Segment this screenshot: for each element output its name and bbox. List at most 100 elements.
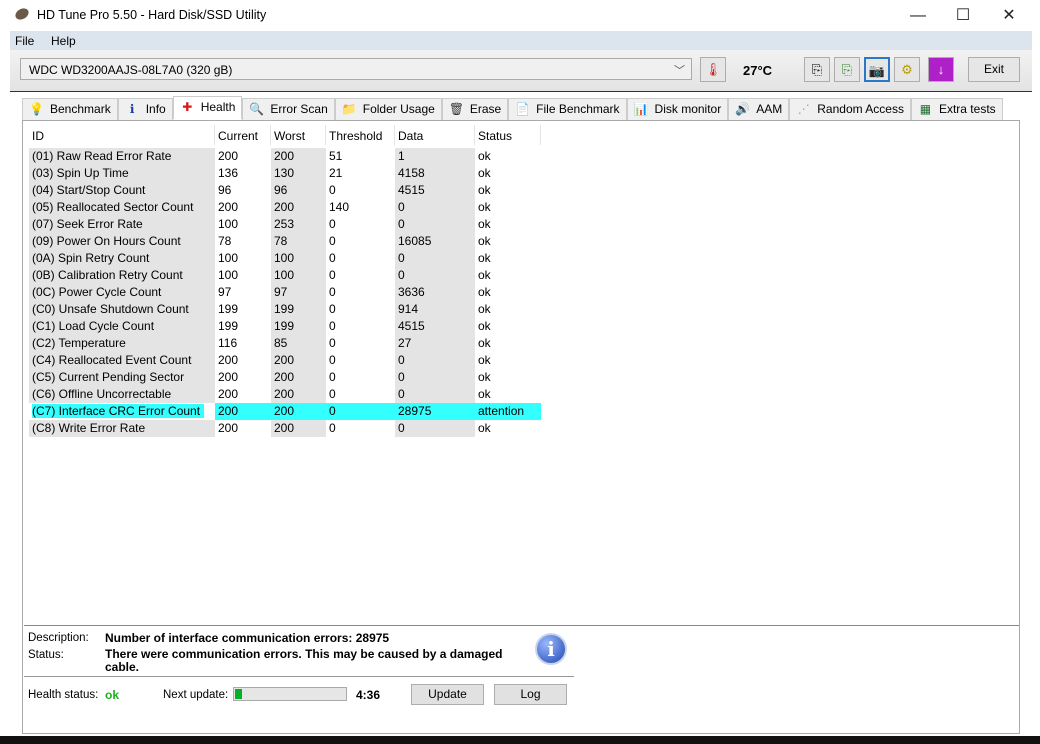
cell-current: 96 — [218, 183, 232, 197]
cell-worst: 85 — [271, 335, 326, 352]
cell-current: 200 — [218, 149, 239, 163]
cell-data: 0 — [395, 267, 475, 284]
table-row[interactable]: (03) Spin Up Time 136 130 21 4158 ok — [24, 165, 539, 182]
table-row[interactable]: (0A) Spin Retry Count 100 100 0 0 ok — [24, 250, 539, 267]
tab-erase[interactable]: 🗑 Erase — [441, 98, 509, 120]
cell-threshold: 0 — [329, 302, 336, 316]
options-button[interactable]: ⚙ — [894, 57, 920, 82]
description-label: Description: — [28, 632, 89, 644]
tab-info[interactable]: ℹ Info — [117, 98, 173, 120]
column-separator[interactable] — [394, 125, 395, 145]
column-header-current[interactable]: Current — [218, 129, 258, 143]
table-row[interactable]: (C0) Unsafe Shutdown Count 199 199 0 914 ok — [24, 301, 539, 318]
cell-threshold: 21 — [329, 166, 343, 180]
cell-current: 100 — [218, 251, 239, 265]
table-row[interactable]: (09) Power On Hours Count 78 78 0 16085 ok — [24, 233, 539, 250]
cell-current: 97 — [218, 285, 232, 299]
table-row[interactable]: (05) Reallocated Sector Count 200 200 140 0 o… — [24, 199, 539, 216]
column-header-worst[interactable]: Worst — [274, 129, 305, 143]
cell-worst: 200 — [271, 148, 326, 165]
drive-select[interactable]: WDC WD3200AAJS-08L7A0 (320 gB) ﹀ — [20, 58, 692, 80]
cell-threshold: 0 — [326, 403, 395, 420]
cell-current: 200 — [218, 421, 239, 435]
tab-label: Extra tests — [938, 102, 996, 116]
attribute-name: (0C) Power Cycle Count — [32, 285, 162, 299]
title-bar: HD Tune Pro 5.50 - Hard Disk/SSD Utility… — [0, 0, 1040, 31]
tab-file-benchmark[interactable]: 📄 File Benchmark — [508, 98, 627, 120]
cell-worst: 130 — [271, 165, 326, 182]
maximize-button[interactable]: ☐ — [940, 4, 986, 28]
cell-data: 4158 — [395, 165, 475, 182]
cell-data: 0 — [395, 420, 475, 437]
tab-label: Disk monitor — [654, 102, 722, 116]
cell-worst: 100 — [271, 250, 326, 267]
column-separator[interactable] — [214, 125, 215, 145]
attribute-name: (07) Seek Error Rate — [32, 217, 143, 231]
cell-threshold: 0 — [329, 183, 336, 197]
table-row[interactable]: (0B) Calibration Retry Count 100 100 0 0 ok — [24, 267, 539, 284]
health-status-label: Health status: — [28, 689, 99, 701]
column-header-status[interactable]: Status — [478, 129, 512, 143]
column-separator[interactable] — [540, 125, 541, 145]
minimize-button[interactable]: — — [895, 4, 941, 28]
info-icon: ℹ — [129, 102, 135, 116]
log-button[interactable]: Log — [494, 684, 567, 705]
cell-threshold: 0 — [329, 336, 336, 350]
tab-extra-tests[interactable]: ▦ Extra tests — [910, 98, 1003, 120]
error-scan-icon: 🔍 — [249, 102, 265, 116]
cell-status: ok — [478, 285, 491, 299]
screenshot-button[interactable]: 📷 — [864, 57, 890, 82]
tab-label: Folder Usage — [362, 102, 435, 116]
status-label: Status: — [28, 649, 64, 661]
table-row[interactable]: (C8) Write Error Rate 200 200 0 0 ok — [24, 420, 539, 437]
column-header-threshold[interactable]: Threshold — [329, 129, 382, 143]
attribute-name: (01) Raw Read Error Rate — [32, 149, 172, 163]
cell-data: 1 — [395, 148, 475, 165]
tab-label: AAM — [756, 102, 783, 116]
column-separator[interactable] — [474, 125, 475, 145]
tab-benchmark[interactable]: 💡 Benchmark — [22, 98, 118, 120]
tab-aam[interactable]: 🔊 AAM — [728, 98, 790, 120]
attribute-name: (C2) Temperature — [32, 336, 126, 350]
column-separator[interactable] — [270, 125, 271, 145]
column-header-id[interactable]: ID — [32, 129, 44, 143]
attribute-name: (C5) Current Pending Sector — [32, 370, 185, 384]
cell-status: ok — [478, 421, 491, 435]
download-button[interactable]: ↓ — [928, 57, 954, 82]
column-header-data[interactable]: Data — [398, 129, 423, 143]
table-row[interactable]: (01) Raw Read Error Rate 200 200 51 1 ok — [24, 148, 539, 165]
table-row[interactable]: (C1) Load Cycle Count 199 199 0 4515 ok — [24, 318, 539, 335]
exit-button[interactable]: Exit — [968, 57, 1020, 82]
tab-random-access[interactable]: ⋰ Random Access — [789, 98, 911, 120]
tab-error-scan[interactable]: 🔍 Error Scan — [242, 98, 335, 120]
table-row[interactable]: (C4) Reallocated Event Count 200 200 0 0 ok — [24, 352, 539, 369]
cell-status: ok — [478, 302, 491, 316]
table-row[interactable]: (0C) Power Cycle Count 97 97 0 3636 ok — [24, 284, 539, 301]
cell-id: (C5) Current Pending Sector — [29, 369, 215, 386]
thermometer-icon[interactable]: 🌡 — [700, 57, 726, 82]
table-row[interactable]: (C7) Interface CRC Error Count 200 200 0 289… — [24, 403, 541, 420]
table-row[interactable]: (C5) Current Pending Sector 200 200 0 0 ok — [24, 369, 539, 386]
column-separator[interactable] — [325, 125, 326, 145]
copy-text-button[interactable]: ⎘ — [804, 57, 830, 82]
tab-disk-monitor[interactable]: 📊 Disk monitor — [626, 98, 729, 120]
cell-id: (C6) Offline Uncorrectable — [29, 386, 215, 403]
table-row[interactable]: (04) Start/Stop Count 96 96 0 4515 ok — [24, 182, 539, 199]
cell-data: 4515 — [395, 318, 475, 335]
table-row[interactable]: (07) Seek Error Rate 100 253 0 0 ok — [24, 216, 539, 233]
table-row[interactable]: (C2) Temperature 116 85 0 27 ok — [24, 335, 539, 352]
menu-file[interactable]: File — [15, 34, 34, 48]
cell-threshold: 0 — [329, 353, 336, 367]
tab-health[interactable]: ✚ Health — [172, 96, 243, 119]
menu-help[interactable]: Help — [51, 34, 76, 48]
tab-label: File Benchmark — [536, 102, 620, 116]
table-row[interactable]: (C6) Offline Uncorrectable 200 200 0 0 ok — [24, 386, 539, 403]
tab-folder-usage[interactable]: 📁 Folder Usage — [334, 98, 442, 120]
cell-data: 0 — [395, 216, 475, 233]
attribute-name: (04) Start/Stop Count — [32, 183, 146, 197]
close-button[interactable]: ✕ — [986, 4, 1032, 28]
drive-select-value: WDC WD3200AAJS-08L7A0 (320 gB) — [29, 63, 233, 77]
cell-status: ok — [478, 234, 491, 248]
update-button[interactable]: Update — [411, 684, 484, 705]
copy-image-button[interactable]: ⎘ — [834, 57, 860, 82]
